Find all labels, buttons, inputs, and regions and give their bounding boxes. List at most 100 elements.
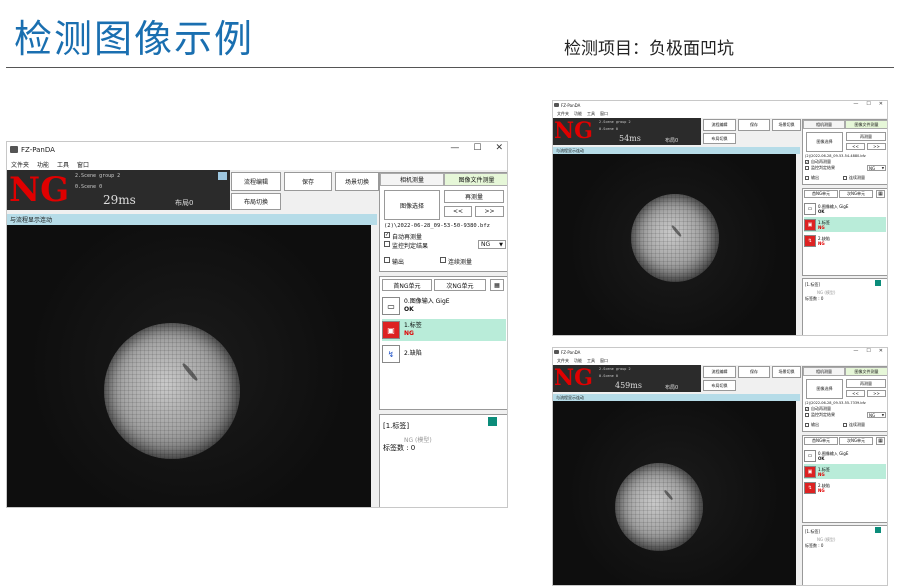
unit-name: 2.缺陷 xyxy=(818,235,830,241)
menu-item-window[interactable]: 窗口 xyxy=(600,358,608,364)
continuous-checkbox[interactable] xyxy=(843,423,847,427)
defect-icon: ↯ xyxy=(382,345,400,363)
menu-item-folder[interactable]: 文件夹 xyxy=(557,111,569,117)
ng-select[interactable]: NG ▼ xyxy=(867,412,886,418)
image-select-button[interactable]: 图像选择 xyxy=(384,190,440,220)
scene-label: 0.Scene 0 xyxy=(599,374,618,378)
list-item-unit-1[interactable]: ▣ 1.标签 NG xyxy=(382,319,506,341)
list-item-unit-2[interactable]: ↯ 2.缺陷 NG xyxy=(804,233,886,248)
next-ng-unit-button[interactable]: 次NG单元 xyxy=(839,437,873,445)
auto-remeasure-checkbox[interactable]: ✓ xyxy=(805,160,809,164)
continuous-checkbox[interactable] xyxy=(440,257,446,263)
image-select-button[interactable]: 图像选择 xyxy=(806,379,843,399)
next-ng-unit-button[interactable]: 次NG单元 xyxy=(839,190,873,198)
layout-switch-button[interactable]: 布局切换 xyxy=(703,380,736,391)
menu-item-function[interactable]: 功能 xyxy=(37,160,49,169)
list-item-unit-0[interactable]: ▭ 0.图像输入 GigE OK xyxy=(804,448,886,463)
image-viewer[interactable] xyxy=(7,225,371,507)
ng-select[interactable]: NG ▼ xyxy=(867,165,886,171)
flow-edit-button[interactable]: 流程编辑 xyxy=(703,366,736,378)
list-item-unit-1[interactable]: ▣ 1.标签 NG xyxy=(804,464,886,479)
minimize-button[interactable]: — xyxy=(450,143,459,153)
next-button[interactable]: >> xyxy=(867,143,886,150)
output-checkbox[interactable] xyxy=(805,423,809,427)
save-button[interactable]: 保存 xyxy=(284,172,332,191)
maximize-button[interactable]: ☐ xyxy=(866,348,870,354)
layout-switch-button[interactable]: 布局切换 xyxy=(703,133,736,144)
remeasure-button[interactable]: 再测量 xyxy=(444,190,504,203)
next-ng-unit-button[interactable]: 次NG单元 xyxy=(434,279,486,291)
image-viewer[interactable] xyxy=(553,154,796,335)
tab-image-file-measure[interactable]: 图像文件测量 xyxy=(845,367,887,376)
tab-image-file-measure[interactable]: 图像文件测量 xyxy=(444,173,507,186)
maximize-button[interactable]: ☐ xyxy=(473,143,481,153)
log-toggle-icon[interactable] xyxy=(488,417,497,426)
flow-edit-button[interactable]: 流程编辑 xyxy=(703,119,736,131)
menu-item-function[interactable]: 功能 xyxy=(574,111,582,117)
resize-icon[interactable] xyxy=(218,172,227,180)
scene-label: 0.Scene 0 xyxy=(75,184,103,190)
next-button[interactable]: >> xyxy=(867,390,886,397)
close-button[interactable]: ✕ xyxy=(879,101,883,107)
output-checkbox[interactable] xyxy=(805,176,809,180)
ng-select[interactable]: NG ▼ xyxy=(478,240,506,249)
prev-button[interactable]: << xyxy=(444,206,472,217)
save-button[interactable]: 保存 xyxy=(738,366,770,378)
tab-camera-measure[interactable]: 相机测量 xyxy=(803,120,845,129)
prev-button[interactable]: << xyxy=(846,390,865,397)
menu-item-folder[interactable]: 文件夹 xyxy=(557,358,569,364)
output-checkbox[interactable] xyxy=(384,257,390,263)
minimize-button[interactable]: — xyxy=(853,101,858,107)
menu-item-function[interactable]: 功能 xyxy=(574,358,582,364)
detail-icon[interactable]: ▦ xyxy=(876,190,885,198)
monitor-result-checkbox[interactable] xyxy=(805,413,809,417)
prev-button[interactable]: << xyxy=(846,143,865,150)
list-item-unit-2[interactable]: ↯ 2.缺陷 xyxy=(382,343,506,365)
layout-switch-button[interactable]: 布局切换 xyxy=(231,193,281,210)
detail-icon[interactable]: ▦ xyxy=(876,437,885,445)
log-toggle-icon[interactable] xyxy=(875,527,881,533)
log-toggle-icon[interactable] xyxy=(875,280,881,286)
list-item-unit-2[interactable]: ↯ 2.缺陷 NG xyxy=(804,480,886,495)
menu-item-tools[interactable]: 工具 xyxy=(587,358,595,364)
menu-item-folder[interactable]: 文件夹 xyxy=(11,160,29,169)
ng-select-value: NG xyxy=(869,412,876,418)
first-ng-unit-button[interactable]: 首NG单元 xyxy=(804,190,838,198)
close-button[interactable]: ✕ xyxy=(495,143,503,153)
first-ng-unit-button[interactable]: 首NG单元 xyxy=(804,437,838,445)
chevron-down-icon: ▼ xyxy=(499,241,503,248)
continuous-checkbox[interactable] xyxy=(843,176,847,180)
scene-switch-button[interactable]: 场景切换 xyxy=(772,119,801,131)
menu-item-tools[interactable]: 工具 xyxy=(57,160,69,169)
next-button[interactable]: >> xyxy=(475,206,504,217)
layout-label: 布局0 xyxy=(665,138,679,144)
image-viewer[interactable] xyxy=(553,401,796,585)
menu-item-window[interactable]: 窗口 xyxy=(600,111,608,117)
flow-edit-button[interactable]: 流程编辑 xyxy=(231,172,281,191)
menu-item-tools[interactable]: 工具 xyxy=(587,111,595,117)
monitor-result-checkbox[interactable] xyxy=(805,166,809,170)
first-ng-unit-button[interactable]: 首NG单元 xyxy=(382,279,432,291)
remeasure-button[interactable]: 再测量 xyxy=(846,379,886,388)
monitor-result-checkbox[interactable] xyxy=(384,241,390,247)
detail-icon[interactable]: ▦ xyxy=(490,279,504,291)
minimize-button[interactable]: — xyxy=(853,348,858,354)
auto-remeasure-checkbox[interactable]: ✓ xyxy=(384,232,390,238)
list-item-unit-1[interactable]: ▣ 1.标签 NG xyxy=(804,217,886,232)
image-select-button[interactable]: 图像选择 xyxy=(806,132,843,152)
menu-item-window[interactable]: 窗口 xyxy=(77,160,89,169)
auto-remeasure-checkbox[interactable]: ✓ xyxy=(805,407,809,411)
tab-camera-measure[interactable]: 相机测量 xyxy=(380,173,444,186)
list-item-unit-0[interactable]: ▭ 0.图像输入 GigE OK xyxy=(382,295,506,317)
tab-image-file-measure[interactable]: 图像文件测量 xyxy=(845,120,887,129)
scene-switch-button[interactable]: 场景切换 xyxy=(335,172,379,191)
remeasure-button[interactable]: 再测量 xyxy=(846,132,886,141)
close-button[interactable]: ✕ xyxy=(879,348,883,354)
maximize-button[interactable]: ☐ xyxy=(866,101,870,107)
tab-camera-measure[interactable]: 相机测量 xyxy=(803,367,845,376)
window-title: FZ-PanDA xyxy=(21,146,55,154)
save-button[interactable]: 保存 xyxy=(738,119,770,131)
defect-mark xyxy=(181,362,199,382)
scene-switch-button[interactable]: 场景切换 xyxy=(772,366,801,378)
list-item-unit-0[interactable]: ▭ 0.图像输入 GigE OK xyxy=(804,201,886,216)
